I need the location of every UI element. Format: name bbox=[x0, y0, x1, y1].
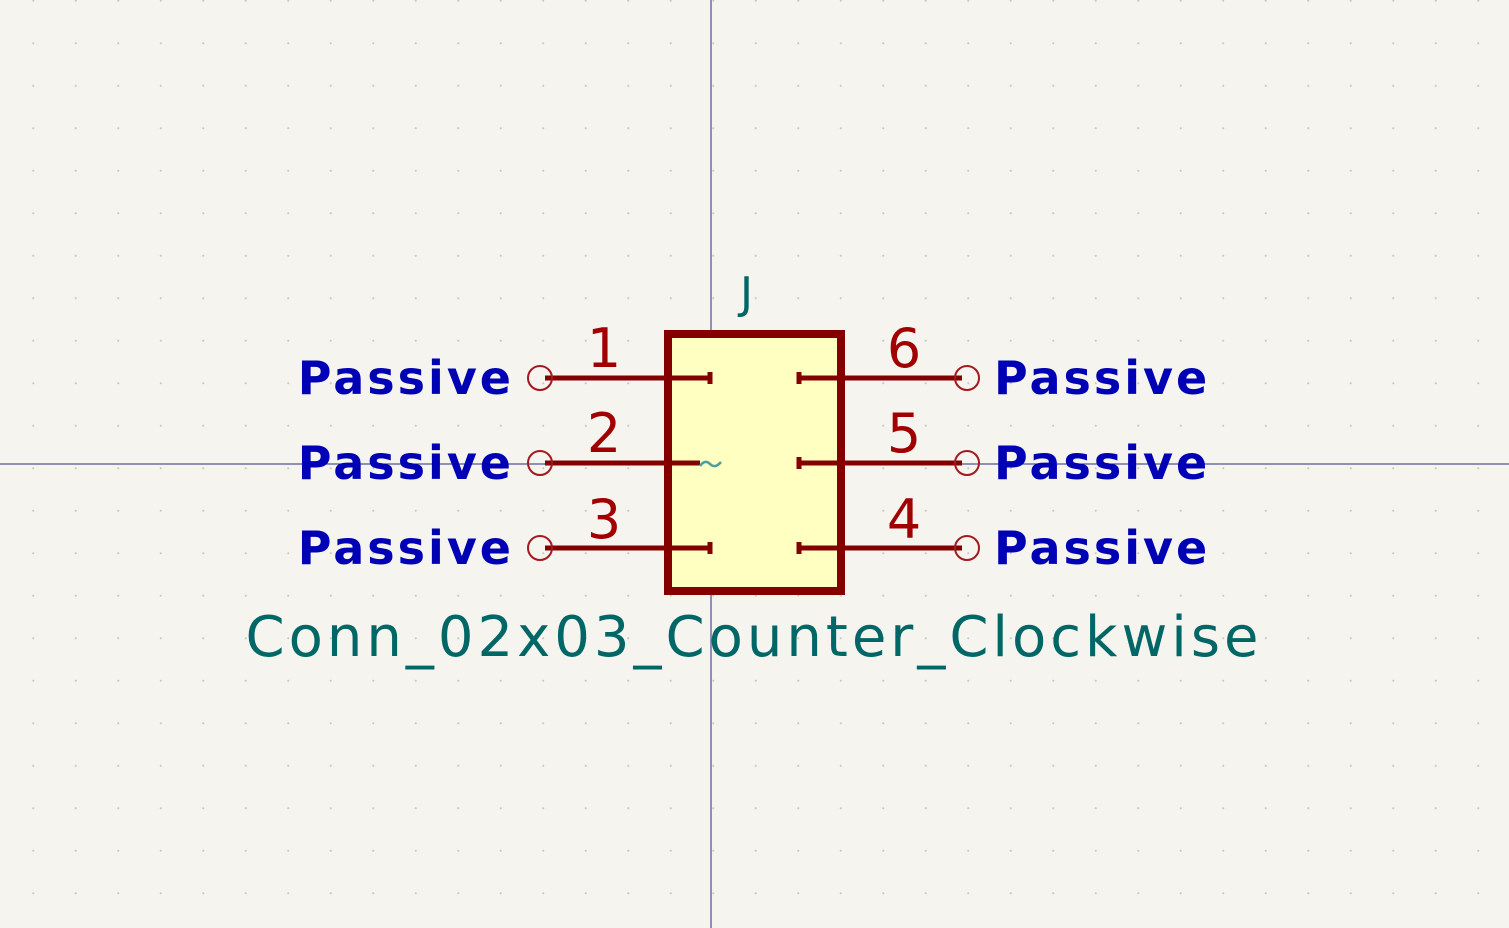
pin-2-number: 2 bbox=[587, 402, 621, 465]
pin-1-number: 1 bbox=[587, 317, 621, 380]
pin-5-type: Passive bbox=[994, 436, 1210, 490]
pin-5[interactable]: 5 Passive bbox=[794, 402, 1210, 490]
pin-1-type: Passive bbox=[298, 351, 514, 405]
pin-5-number: 5 bbox=[887, 402, 921, 465]
pin-3-number: 3 bbox=[587, 488, 621, 551]
schematic-canvas[interactable]: J 1 Passive 2 Passive 3 Passive 6 Passiv… bbox=[0, 0, 1509, 928]
pin-1[interactable]: 1 Passive bbox=[298, 317, 715, 405]
value-field[interactable]: Conn_02x03_Counter_Clockwise bbox=[246, 605, 1263, 670]
pin-6-number: 6 bbox=[887, 317, 921, 380]
pin-2[interactable]: 2 Passive bbox=[298, 402, 712, 490]
symbol-diagram: J 1 Passive 2 Passive 3 Passive 6 Passiv… bbox=[0, 0, 1509, 928]
pin-4-type: Passive bbox=[994, 521, 1210, 575]
pin-4-number: 4 bbox=[887, 488, 921, 551]
pin-4[interactable]: 4 Passive bbox=[794, 488, 1210, 575]
pin-6[interactable]: 6 Passive bbox=[794, 317, 1210, 405]
pin-3-type: Passive bbox=[298, 521, 514, 575]
reference-designator[interactable]: J bbox=[737, 268, 753, 319]
pin-2-type: Passive bbox=[298, 436, 514, 490]
pin-3[interactable]: 3 Passive bbox=[298, 488, 715, 575]
pin-6-type: Passive bbox=[994, 351, 1210, 405]
